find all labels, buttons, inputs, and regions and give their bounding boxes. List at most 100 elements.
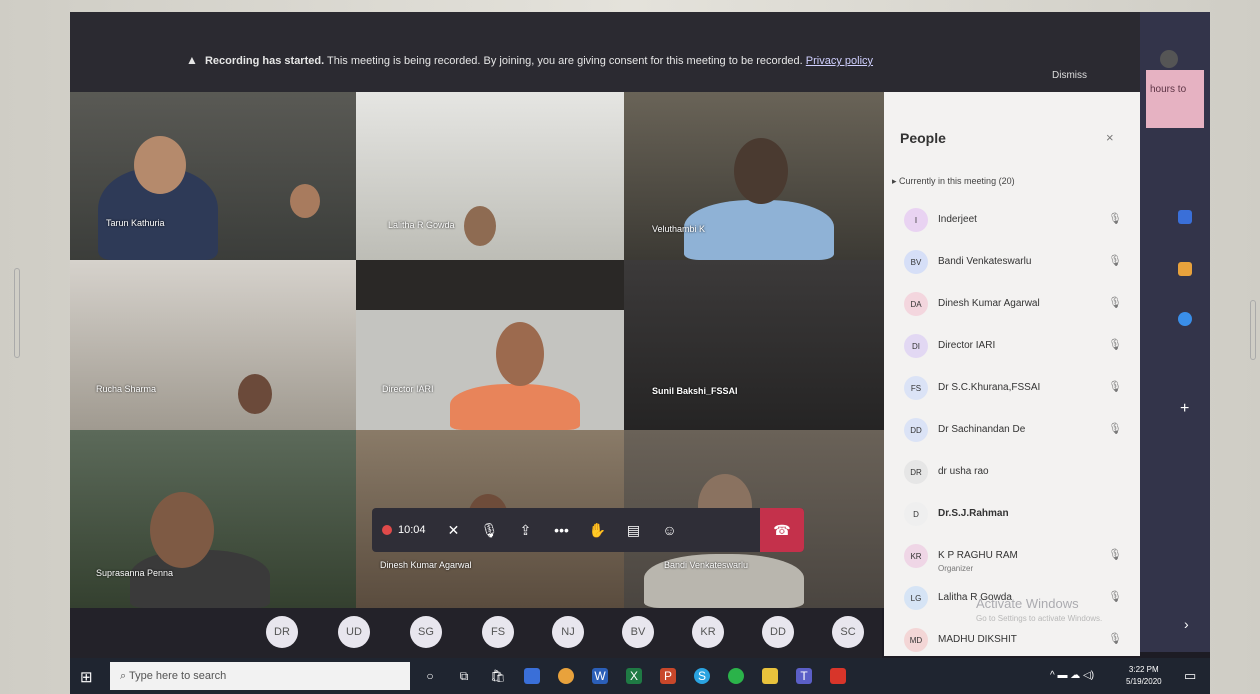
member-avatar: DR: [904, 460, 928, 484]
people-list-item[interactable]: I Inderjeet 🎙: [900, 202, 1130, 232]
mic-muted-icon: 🎙: [1108, 297, 1122, 309]
people-section-header[interactable]: ▸ Currently in this meeting (20): [892, 176, 1015, 187]
member-avatar: DI: [904, 334, 928, 358]
member-name: dr usha rao: [938, 466, 989, 477]
participant-avatar[interactable]: SG: [410, 616, 442, 648]
participant-avatar[interactable]: BV: [622, 616, 654, 648]
app-icon[interactable]: [1178, 262, 1192, 276]
recording-banner-bold: Recording has started.: [204, 55, 325, 67]
teams-right-rail: hours to + ›: [1140, 12, 1210, 652]
privacy-policy-link[interactable]: Privacy policy: [806, 55, 873, 67]
video-tile[interactable]: Rucha Sharma: [70, 260, 356, 430]
participant-name: Tarun Kathuria: [106, 218, 165, 228]
video-tile[interactable]: Lalitha R Gowda: [356, 90, 624, 260]
check-icon[interactable]: [1178, 312, 1192, 326]
people-list-item[interactable]: DD Dr Sachinandan De 🎙: [900, 412, 1130, 442]
mic-muted-icon: 🎙: [1108, 339, 1122, 351]
participant-avatar[interactable]: KR: [692, 616, 724, 648]
member-name: K P RAGHU RAM: [938, 550, 1018, 561]
mic-muted-icon: 🎙: [1108, 591, 1122, 603]
chat-icon[interactable]: ▤: [616, 508, 652, 552]
people-list-item[interactable]: FS Dr S.C.Khurana,FSSAI 🎙: [900, 370, 1130, 400]
app-icon[interactable]: [1178, 210, 1192, 224]
taskbar-clock[interactable]: 3:22 PM 5/19/2020: [1126, 664, 1162, 688]
camera-off-icon[interactable]: ✕: [436, 508, 472, 552]
share-screen-icon[interactable]: ⇪: [508, 508, 544, 552]
recording-banner: ▲ Recording has started. This meeting is…: [70, 12, 1210, 92]
people-panel: People × ▸ Currently in this meeting (20…: [884, 92, 1140, 656]
overflow-participants: DR UD SG FS NJ BV KR DD SC: [70, 608, 882, 658]
member-avatar: MD: [904, 628, 928, 652]
system-tray-icons[interactable]: ^ ▬ ☁ ◁): [1050, 670, 1094, 681]
mic-muted-icon[interactable]: 🎙: [472, 508, 508, 552]
chevron-right-icon[interactable]: ›: [1184, 616, 1189, 632]
activate-windows-subtext: Go to Settings to activate Windows.: [976, 614, 1103, 623]
dismiss-button[interactable]: Dismiss: [1052, 70, 1087, 81]
more-options-icon[interactable]: •••: [544, 508, 580, 552]
participant-name: Bandi Venkateswarlu: [664, 560, 749, 570]
participant-avatar[interactable]: SC: [832, 616, 864, 648]
participant-name: Lalitha R Gowda: [388, 220, 455, 230]
member-avatar: I: [904, 208, 928, 232]
chrome-icon[interactable]: [558, 668, 574, 684]
file-explorer-icon[interactable]: [524, 668, 540, 684]
raise-hand-icon[interactable]: ✋: [580, 508, 616, 552]
clock-date: 5/19/2020: [1126, 677, 1162, 686]
teams-icon[interactable]: T: [796, 668, 812, 684]
participant-avatar[interactable]: DR: [266, 616, 298, 648]
member-name: Dr S.C.Khurana,FSSAI: [938, 382, 1041, 393]
meeting-controls: 10:04 ✕ 🎙 ⇪ ••• ✋ ▤ ☺ ☎: [372, 508, 804, 552]
participant-figure: [684, 200, 834, 260]
people-list-item[interactable]: DR dr usha rao: [900, 454, 1130, 484]
taskbar-search-box[interactable]: ⌕ Type here to search: [110, 662, 410, 690]
video-tile[interactable]: Tarun Kathuria: [70, 90, 356, 260]
video-tile[interactable]: Sunil Bakshi_FSSAI: [624, 260, 884, 430]
participants-icon[interactable]: ☺: [652, 508, 688, 552]
skype-icon[interactable]: S: [694, 668, 710, 684]
people-title: People: [900, 130, 946, 146]
user-avatar[interactable]: [1160, 50, 1178, 68]
sticky-notes-icon[interactable]: [762, 668, 778, 684]
member-name: Dr.S.J.Rahman: [938, 508, 1009, 519]
close-icon[interactable]: ×: [1106, 130, 1114, 145]
people-list-item[interactable]: DA Dinesh Kumar Agarwal 🎙: [900, 286, 1130, 316]
video-tile[interactable]: Director IARI: [356, 260, 624, 430]
video-tile[interactable]: Veluthambi K: [624, 90, 884, 260]
task-view-icon[interactable]: ⧉: [456, 668, 472, 684]
member-name: Bandi Venkateswarlu: [938, 256, 1032, 267]
participant-avatar[interactable]: DD: [762, 616, 794, 648]
cortana-icon[interactable]: ○: [422, 668, 438, 684]
word-icon[interactable]: W: [592, 668, 608, 684]
people-list-item[interactable]: KR K P RAGHU RAM Organizer 🎙: [900, 538, 1130, 573]
powerpoint-icon[interactable]: P: [660, 668, 676, 684]
participant-avatar[interactable]: NJ: [552, 616, 584, 648]
bezel-notch: [14, 268, 20, 358]
search-icon: ⌕: [120, 670, 130, 682]
participant-figure: [450, 384, 580, 430]
mic-muted-icon: 🎙: [1108, 381, 1122, 393]
people-list-item[interactable]: D Dr.S.J.Rahman: [900, 496, 1130, 526]
participant-name: Suprasanna Penna: [96, 568, 174, 578]
notification-text: hours to: [1150, 84, 1187, 95]
people-list-item[interactable]: BV Bandi Venkateswarlu 🎙: [900, 244, 1130, 274]
acrobat-icon[interactable]: [830, 668, 846, 684]
add-icon[interactable]: +: [1180, 400, 1189, 418]
member-avatar: D: [904, 502, 928, 526]
participant-name: Director IARI: [382, 384, 434, 394]
excel-icon[interactable]: X: [626, 668, 642, 684]
participant-avatar[interactable]: UD: [338, 616, 370, 648]
windows-start-icon[interactable]: ⊞: [80, 668, 93, 686]
notification-card[interactable]: hours to: [1146, 70, 1204, 128]
member-name: Dr Sachinandan De: [938, 424, 1026, 435]
notification-center-icon[interactable]: ▭: [1184, 668, 1196, 684]
whatsapp-icon[interactable]: [728, 668, 744, 684]
people-list-item[interactable]: MD MADHU DIKSHIT 🎙: [900, 622, 1130, 652]
participant-head: [464, 206, 496, 246]
participant-avatar[interactable]: FS: [482, 616, 514, 648]
mic-muted-icon: 🎙: [1108, 213, 1122, 225]
store-icon[interactable]: 🛍: [490, 668, 506, 684]
video-tile[interactable]: Suprasanna Penna: [70, 430, 356, 608]
people-list-item[interactable]: DI Director IARI 🎙: [900, 328, 1130, 358]
hang-up-button[interactable]: ☎: [760, 508, 804, 552]
meeting-timer: 10:04: [398, 524, 426, 536]
